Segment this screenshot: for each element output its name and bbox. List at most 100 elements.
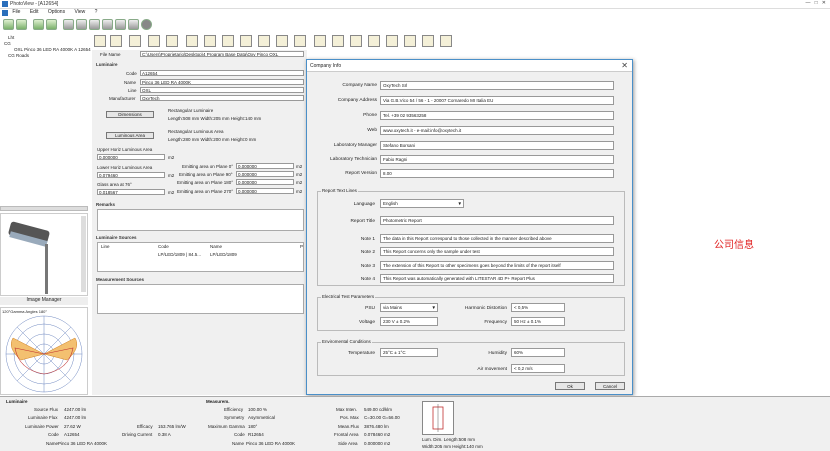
note2-field[interactable]: This Report concerns only the sample und… [380, 247, 614, 256]
manufacturer-field[interactable]: OxyTech [140, 95, 304, 101]
plane90-field[interactable]: 0.000000 [236, 171, 294, 177]
line-field[interactable]: OXL [140, 87, 304, 93]
luminaire-form: File Name C:\Users\Proprietario\Desktop\… [92, 50, 307, 395]
view-btn-18[interactable] [404, 35, 416, 47]
view-btn-10[interactable] [258, 35, 270, 47]
menu-view[interactable]: View [74, 9, 85, 15]
psu-select[interactable]: via Mains ▼ [380, 303, 438, 312]
view-btn-15[interactable] [350, 35, 362, 47]
toolbar-btn-11[interactable] [141, 19, 152, 30]
plane270-field[interactable]: 0.000000 [236, 188, 294, 194]
view-btn-1[interactable] [94, 35, 106, 47]
view-btn-8[interactable] [222, 35, 234, 47]
view-btn-14[interactable] [332, 35, 344, 47]
view-btn-7[interactable] [204, 35, 216, 47]
toolbar-btn-5[interactable] [63, 19, 74, 30]
luminaire-tree: Lht CG OXL Pinco 36 LED RA 4000K A 12654… [0, 35, 91, 210]
lab-technician-field[interactable]: Fabio Ragni [380, 155, 614, 164]
toolbar-btn-4[interactable] [46, 19, 57, 30]
view-btn-19[interactable] [422, 35, 434, 47]
note3-field[interactable]: The extension of this Report to other sp… [380, 261, 614, 270]
lower-area-field[interactable]: 0.079460 [97, 172, 165, 178]
company-name-field[interactable]: OxyTech Srl [380, 81, 614, 90]
view-btn-3[interactable] [129, 35, 141, 47]
luminaire-summary-title: Luminaire [6, 399, 28, 404]
toolbar-btn-9[interactable] [115, 19, 126, 30]
menu-options[interactable]: Options [48, 9, 65, 15]
view-btn-6[interactable] [186, 35, 198, 47]
meas-name-label: Name [232, 441, 245, 446]
image-manager-label[interactable]: Image Manager [0, 297, 88, 305]
toolbar-btn-1[interactable] [3, 19, 14, 30]
view-btn-9[interactable] [240, 35, 252, 47]
toolbar-btn-2[interactable] [16, 19, 27, 30]
tree-item[interactable]: CG Roads [0, 53, 90, 59]
chevron-down-icon: ▼ [457, 201, 462, 206]
company-address-field[interactable]: Via G.B.Vico 54 / 56 - 1 - 20007 Cornare… [380, 96, 614, 105]
ok-button[interactable]: Ok [555, 382, 585, 390]
window-controls[interactable]: — □ ✕ [805, 0, 826, 6]
file-name-field[interactable]: C:\Users\Proprietario\Desktop\4 Program … [140, 51, 304, 57]
source-code-cell[interactable]: LP/LED/1809 | 84.5... [158, 252, 201, 257]
measurement-sources-box[interactable] [97, 284, 304, 314]
glass-area-field[interactable]: 0.018567 [97, 189, 165, 195]
toolbar-btn-8[interactable] [102, 19, 113, 30]
frequency-field[interactable]: 50 Hz ± 0.1% [511, 317, 565, 326]
phone-field[interactable]: Tel. +39 02 93563258 [380, 111, 614, 120]
meas-code-label: Code [234, 432, 245, 437]
view-btn-5[interactable] [166, 35, 178, 47]
tree-scrollbar[interactable] [0, 206, 88, 211]
window-title: PhotoView - [A12654] [10, 1, 59, 7]
view-btn-2[interactable] [110, 35, 122, 47]
code-field[interactable]: A12654 [140, 70, 304, 76]
symmetry-label: Symmetry [224, 415, 245, 420]
view-btn-20[interactable] [440, 35, 452, 47]
upper-area-field[interactable]: 0.000000 [97, 154, 165, 160]
lab-manager-field[interactable]: Stefano Borsani [380, 141, 614, 150]
humidity-field[interactable]: 60% [511, 348, 565, 357]
toolbar-btn-10[interactable] [128, 19, 139, 30]
voltage-label: Voltage [358, 320, 375, 325]
cancel-button[interactable]: Cancel [595, 382, 625, 390]
toolbar-btn-7[interactable] [89, 19, 100, 30]
view-btn-4[interactable] [148, 35, 160, 47]
menu-file[interactable]: File [12, 9, 20, 15]
name-field[interactable]: Pinco 36 LED RA 4000K [140, 79, 304, 85]
report-title-field[interactable]: Photometric Report [380, 216, 614, 225]
luminaire-flux-label: Luminaire Flux [28, 415, 58, 420]
rect-luminaire-label: Rectangular Luminaire [168, 108, 214, 113]
note4-field[interactable]: This Report was automatically generated … [380, 274, 614, 283]
air-movement-field[interactable]: < 0,2 m/s [511, 364, 565, 373]
lum-dim-line1: Lum. Dim. Length:508 mm [422, 437, 476, 442]
dimensions-button[interactable]: Dimensions [106, 111, 154, 118]
voltage-field[interactable]: 230 V ± 0.2% [380, 317, 438, 326]
rect-luminous-area-label: Rectangular Luminous Area [168, 129, 224, 134]
luminaire-dimensions: Length:508 mm Width:205 mm Height:140 mm [168, 116, 262, 121]
view-btn-12[interactable] [294, 35, 306, 47]
view-btn-16[interactable] [368, 35, 380, 47]
view-btn-17[interactable] [386, 35, 398, 47]
humidity-label: Humidity [488, 351, 507, 356]
menu-help[interactable]: ? [95, 9, 98, 15]
close-icon[interactable]: ✕ [621, 60, 628, 72]
toolbar-btn-6[interactable] [76, 19, 87, 30]
source-name-cell[interactable]: LP/LED/1809 [210, 252, 237, 257]
language-select[interactable]: English ▼ [380, 199, 464, 208]
report-version-field[interactable]: 8.00 [380, 169, 614, 178]
efficacy-label: Efficacy [137, 424, 153, 429]
note4-label: Note 4 [360, 277, 375, 282]
view-btn-13[interactable] [314, 35, 326, 47]
plane0-field[interactable]: 0.000000 [236, 163, 294, 169]
remarks-box[interactable] [97, 209, 304, 231]
web-field[interactable]: www.oxytech.it - e-mail:info@oxytech.it [380, 126, 614, 135]
frontal-area-value: 0.078460 m2 [364, 432, 391, 437]
view-btn-11[interactable] [276, 35, 288, 47]
plane180-field[interactable]: 0.000000 [236, 179, 294, 185]
menu-edit[interactable]: Edit [30, 9, 39, 15]
note1-field[interactable]: The data in this Report correspond to th… [380, 234, 614, 243]
temperature-field[interactable]: 25°C ± 1°C [380, 348, 438, 357]
col-name: Name [210, 244, 223, 249]
luminous-area-button[interactable]: Luminous Area [106, 132, 154, 139]
harmonic-field[interactable]: < 0,5% [511, 303, 565, 312]
toolbar-btn-3[interactable] [33, 19, 44, 30]
